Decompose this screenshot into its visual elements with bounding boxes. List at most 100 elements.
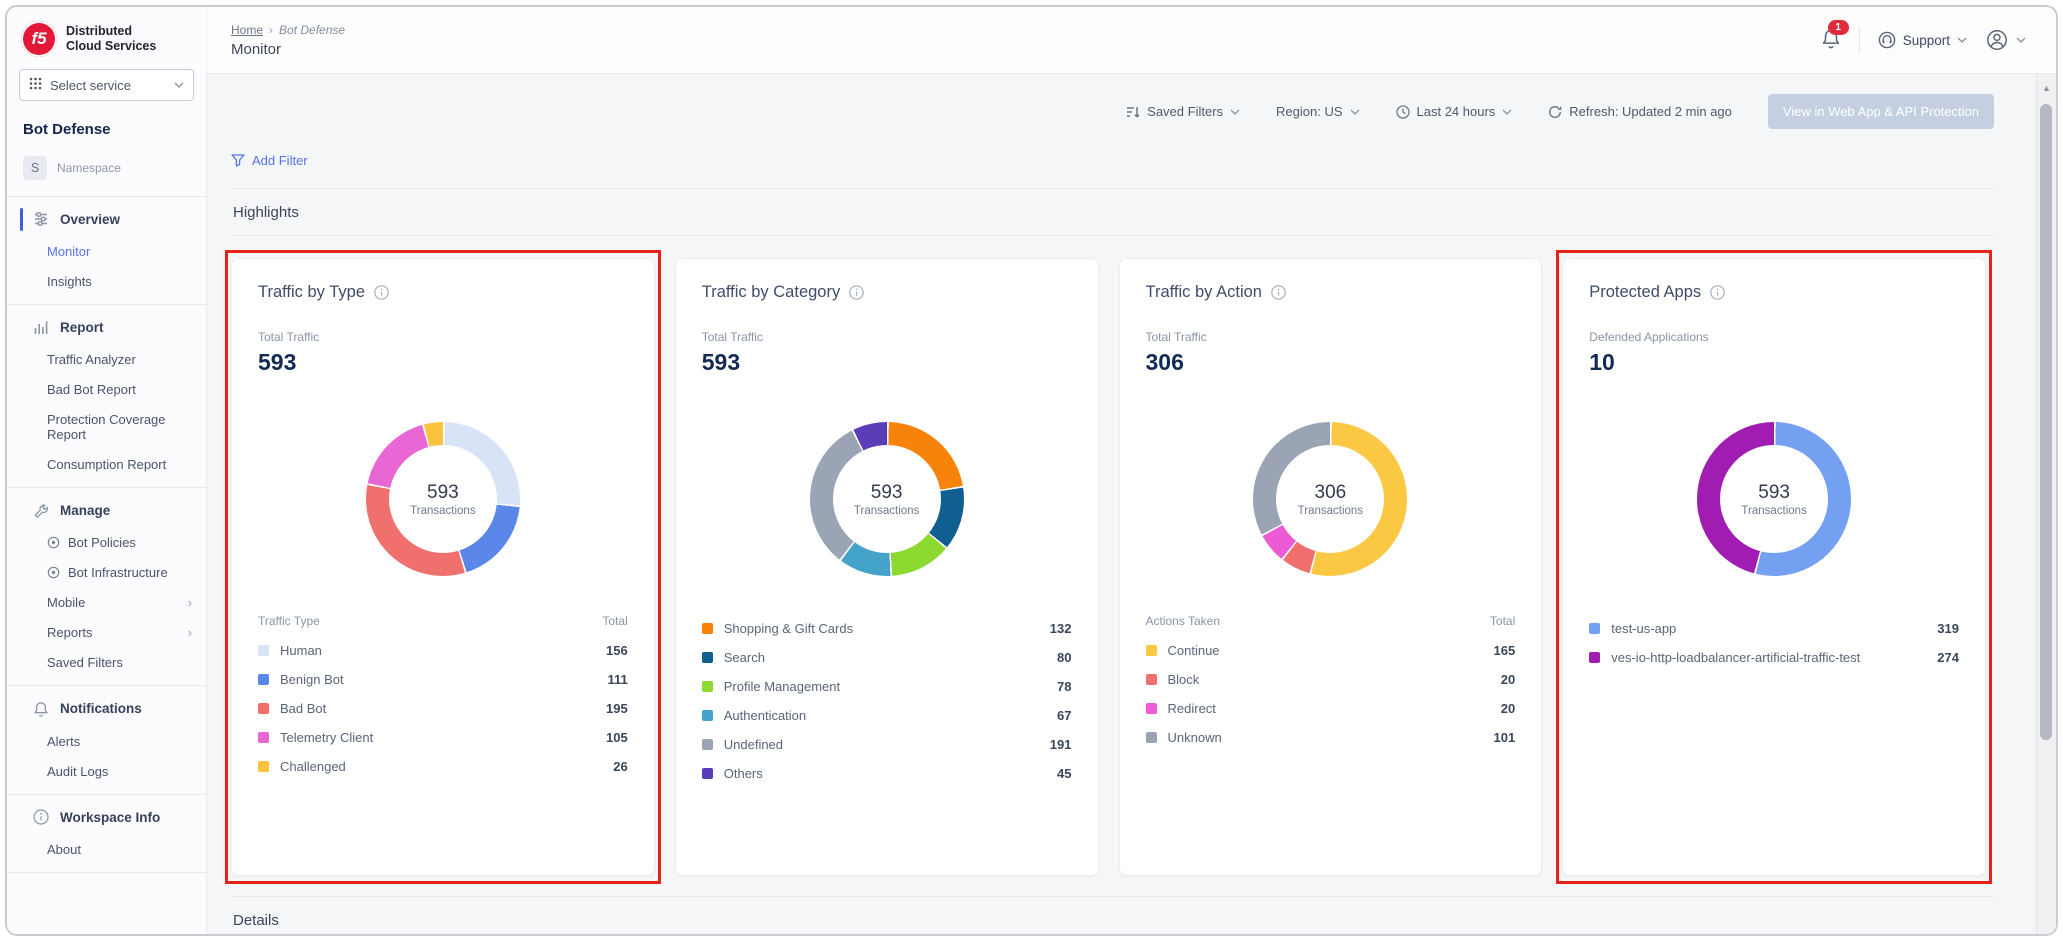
view-in-waap-button[interactable]: View in Web App & API Protection [1768,94,1994,129]
support-menu[interactable]: Support [1878,31,1967,49]
service-selector[interactable]: Select service [19,69,194,101]
support-icon [1878,31,1896,49]
brand-logo[interactable]: f5 Distributed Cloud Services [7,19,206,67]
sidebar-nav: OverviewMonitorInsights ReportTraffic Ana… [7,197,206,873]
region-dropdown[interactable]: Region: US [1276,104,1359,119]
legend-swatch [1146,732,1157,743]
add-filter-row: Add Filter [231,141,1994,188]
donut-chart[interactable]: 306 Transactions [1253,422,1407,576]
service-selector-label: Select service [50,78,131,93]
donut-chart[interactable]: 593 Transactions [1697,422,1851,576]
legend-row-human[interactable]: Human156 [258,636,628,665]
card-stat-value: 593 [258,349,628,376]
refresh-button[interactable]: Refresh: Updated 2 min ago [1548,104,1732,119]
legend-row-benign-bot[interactable]: Benign Bot111 [258,665,628,694]
legend-value: 105 [606,730,628,745]
sidebar-item-about[interactable]: About [7,834,206,864]
legend-row-continue[interactable]: Continue165 [1146,636,1516,665]
legend-row-bad-bot[interactable]: Bad Bot195 [258,694,628,723]
saved-filters-label: Saved Filters [1147,104,1223,119]
info-icon[interactable] [1271,285,1286,300]
sidebar-section-notifications[interactable]: Notifications [7,686,206,726]
scrollbar-thumb[interactable] [2040,104,2052,740]
donut-center-label: Transactions [1741,505,1806,517]
legend-swatch [258,732,269,743]
sidebar-section-manage[interactable]: Manage [7,488,206,527]
chevron-down-icon [1502,109,1512,115]
donut-chart[interactable]: 593 Transactions [810,422,964,576]
legend-row-ves-io-http-loadbalancer-artificial-traffic-test[interactable]: ves-io-http-loadbalancer-artificial-traf… [1589,643,1959,672]
legend-row-challenged[interactable]: Challenged26 [258,752,628,781]
sidebar-item-protection-coverage-report[interactable]: Protection Coverage Report [7,404,206,449]
notifications-bell-button[interactable]: 1 [1821,27,1841,54]
legend-label: Search [724,650,1046,665]
breadcrumb-home-link[interactable]: Home [231,23,263,37]
namespace-row[interactable]: S Namespace [7,150,206,196]
info-icon[interactable] [374,285,389,300]
legend-row-unknown[interactable]: Unknown101 [1146,723,1516,752]
info-icon[interactable] [849,285,864,300]
product-title: Bot Defense [7,115,206,150]
sidebar-item-mobile[interactable]: Mobile› [7,587,206,617]
scroll-up-arrow-icon[interactable]: ▲ [2037,83,2056,93]
page-title: Monitor [231,41,345,58]
sidebar-section-overview[interactable]: Overview [7,197,206,236]
sidebar-section-label: Workspace Info [60,810,160,825]
add-filter-label: Add Filter [252,153,308,168]
info-icon[interactable] [1710,285,1725,300]
sidebar-item-saved-filters[interactable]: Saved Filters [7,647,206,677]
sidebar-item-consumption-report[interactable]: Consumption Report [7,449,206,479]
vertical-scrollbar[interactable]: ▲ [2036,74,2056,934]
sidebar-item-monitor[interactable]: Monitor [7,236,206,266]
legend-title: Actions Taken [1146,614,1221,628]
legend-value: 20 [1501,672,1515,687]
legend-value: 80 [1057,650,1071,665]
sidebar-item-bot-infrastructure[interactable]: Bot Infrastructure [7,557,206,587]
namespace-label: Namespace [57,161,121,175]
f5-logo-icon: f5 [21,21,57,57]
sidebar-item-alerts[interactable]: Alerts [7,726,206,756]
saved-filters-dropdown[interactable]: Saved Filters [1126,104,1240,119]
legend-swatch [1146,703,1157,714]
highlights-heading: Highlights [231,189,1994,235]
legend-value: 319 [1937,621,1959,636]
legend-label: Profile Management [724,679,1046,694]
legend-row-redirect[interactable]: Redirect20 [1146,694,1516,723]
sidebar-section-workspace-info[interactable]: Workspace Info [7,795,206,834]
legend-row-authentication[interactable]: Authentication67 [702,701,1072,730]
legend-row-telemetry-client[interactable]: Telemetry Client105 [258,723,628,752]
legend-row-undefined[interactable]: Undefined191 [702,730,1072,759]
sidebar-item-label: Bot Policies [68,535,136,550]
sidebar-item-label: Mobile [47,595,85,610]
time-range-dropdown[interactable]: Last 24 hours [1396,104,1513,119]
legend-row-profile-management[interactable]: Profile Management78 [702,672,1072,701]
legend-row-others[interactable]: Others45 [702,759,1072,788]
sidebar-section-report[interactable]: Report [7,305,206,344]
card-title: Traffic by Category [702,283,840,302]
sidebar-item-insights[interactable]: Insights [7,266,206,296]
donut-chart[interactable]: 593 Transactions [366,422,520,576]
legend-row-search[interactable]: Search 80 [702,643,1072,672]
legend-swatch [258,703,269,714]
legend-value: 165 [1494,643,1516,658]
sidebar-item-bad-bot-report[interactable]: Bad Bot Report [7,374,206,404]
target-eye-icon [47,536,60,549]
sidebar-item-bot-policies[interactable]: Bot Policies [7,527,206,557]
sidebar-item-label: Audit Logs [47,764,108,779]
legend-label: Unknown [1168,730,1483,745]
legend-row-block[interactable]: Block20 [1146,665,1516,694]
region-label: Region: US [1276,104,1342,119]
sidebar-item-traffic-analyzer[interactable]: Traffic Analyzer [7,344,206,374]
details-heading: Details [231,897,1994,936]
legend-row-test-us-app[interactable]: test-us-app319 [1589,614,1959,643]
legend-label: Challenged [280,759,602,774]
user-menu[interactable] [1985,28,2026,52]
legend-row-shopping-gift-cards[interactable]: Shopping & Gift Cards132 [702,614,1072,643]
sidebar-item-audit-logs[interactable]: Audit Logs [7,756,206,786]
card-stat-label: Total Traffic [1146,330,1516,344]
sidebar-item-label: Saved Filters [47,655,123,670]
sidebar-item-reports[interactable]: Reports› [7,617,206,647]
card-legend: test-us-app319ves-io-http-loadbalancer-a… [1589,614,1959,672]
add-filter-button[interactable]: Add Filter [231,153,308,168]
card-protected-apps: Protected Apps Defended Applications 10 … [1562,258,1986,876]
